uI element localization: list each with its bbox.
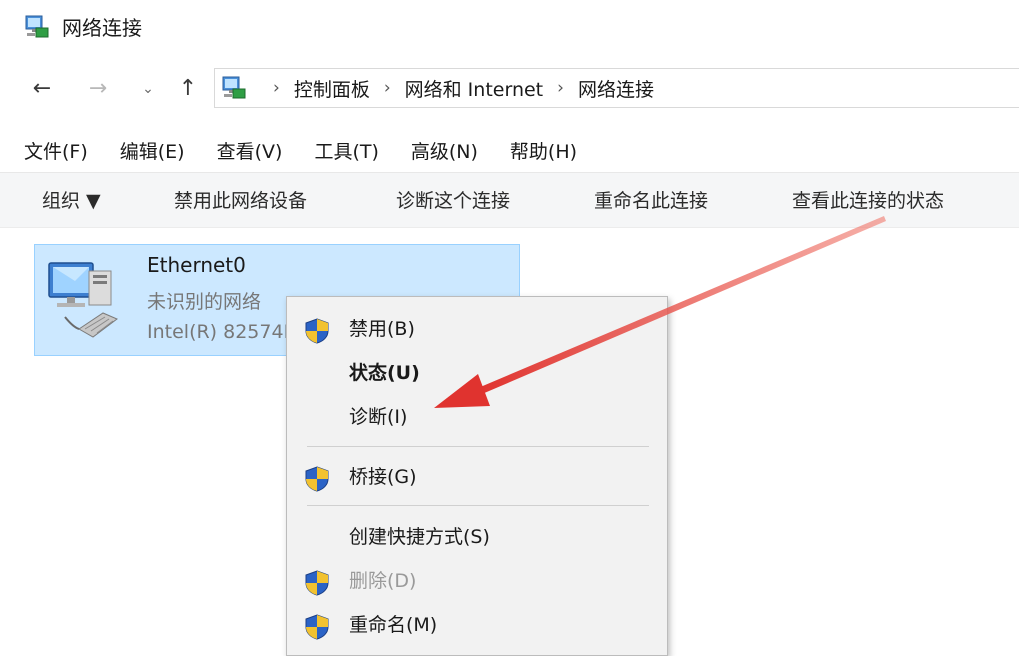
context-menu-label: 删除(D): [349, 570, 417, 592]
menu-tools[interactable]: 工具(T): [314, 133, 390, 168]
menu-advanced[interactable]: 高级(N): [411, 133, 490, 168]
recent-locations-button[interactable]: ⌄: [134, 72, 162, 106]
window-title: 网络连接: [62, 16, 142, 40]
context-menu-item-bridge[interactable]: 桥接(G): [287, 457, 667, 497]
breadcrumb: › 控制面板 › 网络和 Internet › 网络连接: [259, 69, 654, 107]
command-bar: 组织 ▼ 禁用此网络设备 诊断这个连接 重命名此连接 查看此连接的状态: [0, 172, 1019, 228]
uac-shield-icon: [305, 466, 329, 492]
forward-button[interactable]: →: [80, 72, 116, 106]
menu-edit[interactable]: 编辑(E): [120, 133, 197, 168]
context-menu-label: 创建快捷方式(S): [349, 526, 490, 548]
menu-file[interactable]: 文件(F): [24, 133, 100, 168]
context-menu-item-delete[interactable]: 删除(D): [287, 561, 667, 601]
context-menu-label: 状态(U): [349, 362, 420, 384]
breadcrumb-separator[interactable]: ›: [273, 78, 280, 98]
network-connections-icon: [25, 15, 49, 38]
uac-shield-icon: [305, 614, 329, 640]
breadcrumb-network-internet[interactable]: 网络和 Internet: [405, 75, 543, 102]
connection-status: 未识别的网络: [147, 291, 262, 313]
context-menu-item-diagnose[interactable]: 诊断(I): [287, 397, 667, 437]
breadcrumb-control-panel[interactable]: 控制面板: [294, 75, 370, 102]
context-menu: 禁用(B) 状态(U) 诊断(I) 桥接(G) 创建快捷方式(S) 删除(D) …: [286, 296, 668, 656]
menu-view[interactable]: 查看(V): [217, 133, 295, 168]
connection-device: Intel(R) 82574L: [147, 321, 295, 343]
rename-connection-button[interactable]: 重命名此连接: [594, 173, 708, 229]
context-menu-item-status[interactable]: 状态(U): [287, 353, 667, 393]
view-status-button[interactable]: 查看此连接的状态: [792, 173, 944, 229]
context-menu-label: 诊断(I): [349, 406, 408, 428]
menu-help[interactable]: 帮助(H): [510, 133, 589, 168]
back-button[interactable]: ←: [24, 72, 60, 106]
disable-device-button[interactable]: 禁用此网络设备: [174, 173, 307, 229]
context-menu-item-create-shortcut[interactable]: 创建快捷方式(S): [287, 517, 667, 557]
context-menu-item-rename[interactable]: 重命名(M): [287, 605, 667, 645]
up-button[interactable]: ↑: [170, 72, 206, 106]
context-menu-label: 重命名(M): [349, 614, 438, 636]
ethernet-adapter-icon: [48, 262, 118, 338]
breadcrumb-separator[interactable]: ›: [384, 78, 391, 98]
menu-bar: 文件(F) 编辑(E) 查看(V) 工具(T) 高级(N) 帮助(H): [0, 130, 1019, 170]
network-connections-icon: [222, 76, 246, 99]
breadcrumb-separator[interactable]: ›: [557, 78, 564, 98]
navigation-bar: ← → ⌄ ↑ › 控制面板 › 网络和 Internet › 网络连接: [0, 66, 1019, 112]
uac-shield-icon: [305, 318, 329, 344]
context-menu-item-disable[interactable]: 禁用(B): [287, 309, 667, 349]
title-bar: 网络连接: [0, 0, 1019, 58]
context-menu-separator: [307, 446, 649, 447]
organize-button[interactable]: 组织 ▼: [42, 173, 101, 229]
context-menu-label: 禁用(B): [349, 318, 415, 340]
context-menu-label: 桥接(G): [349, 466, 417, 488]
address-bar[interactable]: › 控制面板 › 网络和 Internet › 网络连接: [214, 68, 1019, 108]
connection-name: Ethernet0: [147, 253, 246, 277]
breadcrumb-network-connections[interactable]: 网络连接: [578, 75, 654, 102]
diagnose-connection-button[interactable]: 诊断这个连接: [396, 173, 510, 229]
context-menu-separator: [307, 505, 649, 506]
uac-shield-icon: [305, 570, 329, 596]
